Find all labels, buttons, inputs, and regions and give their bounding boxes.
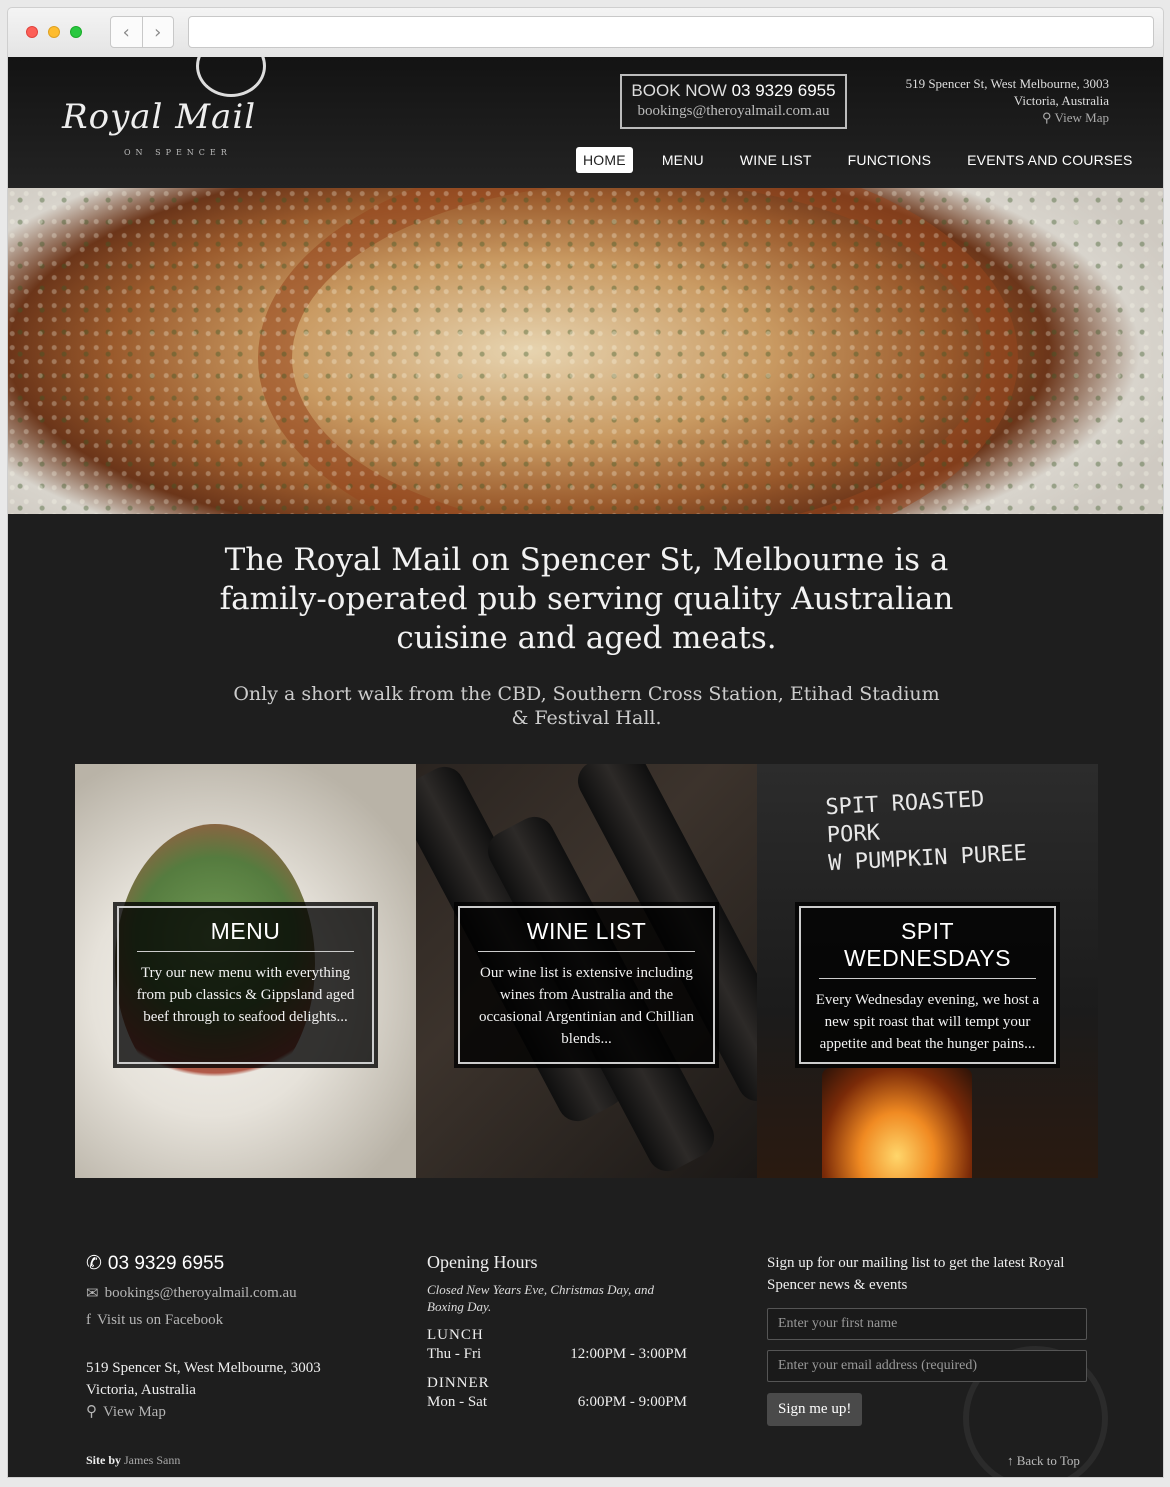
lunch-row: Thu - Fri 12:00PM - 3:00PM: [427, 1346, 687, 1363]
footer-address: 519 Spencer St, West Melbourne, 3003 Vic…: [86, 1357, 321, 1423]
footer-view-map-label: View Map: [103, 1404, 166, 1420]
closed-note: Closed New Years Eve, Christmas Day, and…: [427, 1282, 655, 1314]
footer-phone[interactable]: ✆ 03 9329 6955: [86, 1252, 321, 1275]
web-page: Royal Mail ON SPENCER BOOK NOW 03 9329 6…: [7, 57, 1164, 1478]
site-footer: ✆ 03 9329 6955 ✉ bookings@theroyalmail.c…: [8, 1178, 1163, 1477]
view-map-label: View Map: [1054, 110, 1109, 125]
forward-arrow-icon[interactable]: ›: [143, 17, 174, 47]
wine-list-tile[interactable]: WINE LIST Our wine list is extensive inc…: [416, 764, 757, 1178]
tile-title: SPIT WEDNESDAYS: [819, 918, 1036, 979]
book-email[interactable]: bookings@theroyalmail.com.au: [622, 103, 845, 120]
nav-home[interactable]: HOME: [576, 147, 633, 173]
close-window-icon[interactable]: [26, 26, 38, 38]
address-line-2: Victoria, Australia: [1013, 93, 1109, 108]
book-phone[interactable]: 03 9329 6955: [732, 81, 836, 100]
lunch-label: LUNCH: [427, 1327, 484, 1343]
footer-email-link[interactable]: ✉ bookings@theroyalmail.com.au: [86, 1284, 321, 1303]
logo-subtitle: ON SPENCER: [124, 148, 232, 157]
credit-name-link[interactable]: James Sann: [124, 1453, 180, 1467]
tile-text: Every Wednesday evening, we host a new s…: [815, 992, 1040, 1052]
back-to-top-label: Back to Top: [1016, 1453, 1080, 1468]
facebook-link[interactable]: f Visit us on Facebook: [86, 1312, 321, 1329]
back-arrow-icon[interactable]: ‹: [111, 17, 143, 47]
hours-title: Opening Hours: [427, 1252, 538, 1272]
envelope-icon: ✉: [86, 1286, 99, 1302]
site-credit: Site by James Sann: [86, 1453, 180, 1468]
footer-address-line-1: 519 Spencer St, West Melbourne, 3003: [86, 1360, 321, 1376]
hero-image: [8, 188, 1163, 514]
mailing-list: Sign up for our mailing list to get the …: [767, 1252, 1087, 1426]
tile-overlay: WINE LIST Our wine list is extensive inc…: [454, 902, 719, 1068]
tile-title: WINE LIST: [478, 918, 695, 952]
tile-overlay: SPIT WEDNESDAYS Every Wednesday evening,…: [795, 902, 1060, 1068]
intro-headline: The Royal Mail on Spencer St, Melbourne …: [219, 542, 954, 656]
maximize-window-icon[interactable]: [70, 26, 82, 38]
dinner-time: 6:00PM - 9:00PM: [577, 1394, 687, 1410]
intro-section: The Royal Mail on Spencer St, Melbourne …: [8, 541, 1163, 730]
address-line-1: 519 Spencer St, West Melbourne, 3003: [905, 76, 1109, 91]
menu-tile[interactable]: MENU Try our new menu with everything fr…: [75, 764, 416, 1178]
view-map-link[interactable]: ⚲ View Map: [906, 109, 1109, 126]
opening-hours: Opening Hours Closed New Years Eve, Chri…: [427, 1252, 687, 1411]
lunch-time: 12:00PM - 3:00PM: [570, 1346, 687, 1362]
sign-up-button[interactable]: Sign me up!: [767, 1393, 863, 1426]
main-nav: HOME MENU WINE LIST FUNCTIONS EVENTS AND…: [576, 147, 1162, 173]
back-to-top-link[interactable]: ↑ Back to Top: [1007, 1453, 1080, 1469]
dinner-row: Mon - Sat 6:00PM - 9:00PM: [427, 1394, 687, 1411]
arrow-up-icon: ↑: [1007, 1453, 1014, 1468]
book-now-line: BOOK NOW 03 9329 6955: [622, 81, 845, 101]
tile-title: MENU: [137, 918, 354, 952]
footer-contact: ✆ 03 9329 6955 ✉ bookings@theroyalmail.c…: [86, 1252, 321, 1423]
nav-events-and-courses[interactable]: EVENTS AND COURSES: [960, 147, 1139, 173]
footer-email-text: bookings@theroyalmail.com.au: [104, 1285, 297, 1301]
spit-wednesdays-tile[interactable]: SPIT ROASTED PORK W PUMPKIN PUREE SPIT W…: [757, 764, 1098, 1178]
address-bar[interactable]: [188, 16, 1154, 48]
site-header: Royal Mail ON SPENCER BOOK NOW 03 9329 6…: [8, 57, 1163, 188]
minimize-window-icon[interactable]: [48, 26, 60, 38]
map-pin-icon: ⚲: [1041, 110, 1052, 125]
intro-subline: Only a short walk from the CBD, Southern…: [233, 683, 940, 729]
first-name-input[interactable]: Enter your first name: [767, 1308, 1087, 1340]
nav-wine-list[interactable]: WINE LIST: [733, 147, 819, 173]
logo[interactable]: Royal Mail: [62, 97, 256, 137]
footer-view-map-link[interactable]: ⚲ View Map: [86, 1401, 321, 1423]
facebook-icon: f: [86, 1312, 91, 1328]
tile-overlay: MENU Try our new menu with everything fr…: [113, 902, 378, 1068]
mailing-title: Sign up for our mailing list to get the …: [767, 1255, 1065, 1293]
header-address: 519 Spencer St, West Melbourne, 3003 Vic…: [906, 75, 1109, 126]
email-input[interactable]: Enter your email address (required): [767, 1350, 1087, 1382]
logo-ring-icon: [196, 57, 266, 97]
nav-menu[interactable]: MENU: [655, 147, 711, 173]
dish-texture: [8, 188, 1163, 514]
booking-box[interactable]: BOOK NOW 03 9329 6955 bookings@theroyalm…: [620, 74, 847, 129]
lunch-days: Thu - Fri: [427, 1346, 482, 1362]
credit-label: Site by: [86, 1453, 122, 1467]
footer-phone-number: 03 9329 6955: [107, 1252, 225, 1274]
footer-address-line-2: Victoria, Australia: [86, 1382, 196, 1398]
facebook-label: Visit us on Facebook: [97, 1312, 224, 1328]
nav-functions[interactable]: FUNCTIONS: [841, 147, 938, 173]
book-now-label: BOOK NOW: [631, 81, 727, 100]
phone-icon: ✆: [86, 1253, 102, 1274]
feature-tiles: MENU Try our new menu with everything fr…: [75, 764, 1098, 1178]
browser-nav-buttons: ‹ ›: [110, 16, 174, 48]
chalkboard-text: SPIT ROASTED PORK W PUMPKIN PUREE: [824, 786, 1028, 877]
dinner-days: Mon - Sat: [427, 1394, 487, 1410]
tile-text: Our wine list is extensive including win…: [478, 965, 695, 1047]
tile-text: Try our new menu with everything from pu…: [136, 965, 355, 1025]
browser-chrome: ‹ ›: [7, 7, 1164, 57]
fireplace-image: [822, 1068, 972, 1178]
map-pin-icon: ⚲: [86, 1404, 97, 1420]
dinner-label: DINNER: [427, 1375, 490, 1391]
